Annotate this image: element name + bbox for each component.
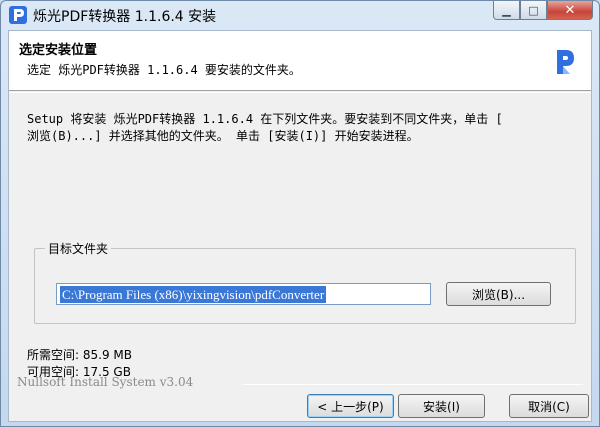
space-required: 所需空间: 85.9 MB bbox=[27, 348, 132, 362]
intro-line: 浏览(B)...] 并选择其他的文件夹。 单击 [安装(I)] 开始安装进程。 bbox=[27, 129, 419, 143]
brand-logo-icon bbox=[557, 50, 574, 74]
intro-text: Setup 将安装 烁光PDF转换器 1.1.6.4 在下列文件夹。要安装到不同… bbox=[27, 111, 587, 145]
maximize-button[interactable]: □ bbox=[520, 1, 547, 20]
app-icon bbox=[9, 6, 27, 24]
branding-divider bbox=[243, 384, 583, 385]
installer-client-area: 选定安装位置 选定 烁光PDF转换器 1.1.6.4 要安装的文件夹。 Setu… bbox=[8, 30, 592, 422]
page-header: 选定安装位置 选定 烁光PDF转换器 1.1.6.4 要安装的文件夹。 bbox=[9, 31, 591, 91]
page-subtitle: 选定 烁光PDF转换器 1.1.6.4 要安装的文件夹。 bbox=[27, 63, 301, 77]
minimize-icon: ▁ bbox=[502, 3, 511, 17]
nsis-branding: Nullsoft Install System v3.04 bbox=[17, 375, 194, 389]
install-button[interactable]: 安装(I) bbox=[398, 394, 485, 418]
installer-window: 烁光PDF转换器 1.1.6.4 安装 ▁ □ ✕ 选定安装位置 选定 烁光PD… bbox=[0, 0, 600, 427]
page-title: 选定安装位置 bbox=[19, 43, 98, 58]
minimize-button[interactable]: ▁ bbox=[493, 1, 520, 20]
destination-folder-group: 目标文件夹 C:\Program Files (x86)\yixingvisio… bbox=[34, 240, 576, 324]
close-button[interactable]: ✕ bbox=[547, 1, 593, 20]
header-divider bbox=[9, 92, 591, 93]
window-title: 烁光PDF转换器 1.1.6.4 安装 bbox=[33, 9, 217, 25]
destination-folder-label: 目标文件夹 bbox=[45, 240, 112, 257]
close-icon: ✕ bbox=[564, 2, 576, 18]
cancel-button[interactable]: 取消(C) bbox=[509, 394, 589, 418]
intro-line: Setup 将安装 烁光PDF转换器 1.1.6.4 在下列文件夹。要安装到不同… bbox=[27, 112, 503, 126]
back-button[interactable]: < 上一步(P) bbox=[307, 394, 394, 418]
maximize-icon: □ bbox=[528, 3, 539, 17]
title-bar[interactable]: 烁光PDF转换器 1.1.6.4 安装 ▁ □ ✕ bbox=[1, 1, 599, 29]
browse-button[interactable]: 浏览(B)... bbox=[446, 282, 551, 306]
destination-path-value[interactable]: C:\Program Files (x86)\yixingvision\pdfC… bbox=[60, 286, 327, 303]
